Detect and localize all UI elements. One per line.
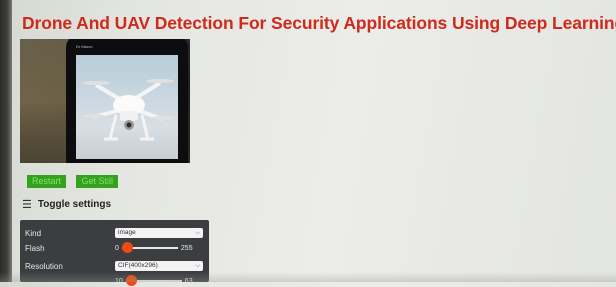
photo-shade [0,272,616,282]
camera-stream-image: Dr Macro [20,39,190,163]
flash-min: 0 [115,244,119,252]
stream-background [20,39,68,163]
resolution-select[interactable]: CIF(400x296) ⌵ [115,261,203,271]
resolution-select-value: CIF(400x296) [118,262,158,269]
phone-status-text: Dr Macro [76,44,93,49]
flash-max: 255 [180,244,193,252]
kind-select-value: image [118,229,136,236]
flash-slider[interactable]: 0 255 [115,242,193,253]
toggle-settings-label: Toggle settings [37,199,112,210]
stream-controls: Restart Get Still [27,171,124,189]
flash-row: Flash 0 255 [25,242,193,254]
phone-in-frame: Dr Macro [66,39,188,163]
monitor-bezel [0,0,12,282]
chevron-down-icon: ⌵ [195,230,200,236]
phone-screen [76,55,178,159]
menu-icon: ☰ [22,199,32,211]
resolution-row: Resolution CIF(400x296) ⌵ [25,260,203,272]
kind-select[interactable]: image ⌵ [115,228,203,238]
kind-label: Kind [25,228,42,238]
toggle-settings[interactable]: ☰ Toggle settings [22,198,111,211]
kind-row: Kind image ⌵ [25,227,203,239]
restart-button[interactable]: Restart [27,175,67,188]
drone-illustration [81,79,175,141]
chevron-down-icon: ⌵ [195,263,200,269]
page-title: Drone And UAV Detection For Security App… [22,13,616,33]
resolution-label: Resolution [25,261,63,271]
get-still-button[interactable]: Get Still [76,175,118,188]
flash-track[interactable] [121,242,178,253]
flash-label: Flash [25,243,45,253]
flash-thumb[interactable] [121,242,133,253]
